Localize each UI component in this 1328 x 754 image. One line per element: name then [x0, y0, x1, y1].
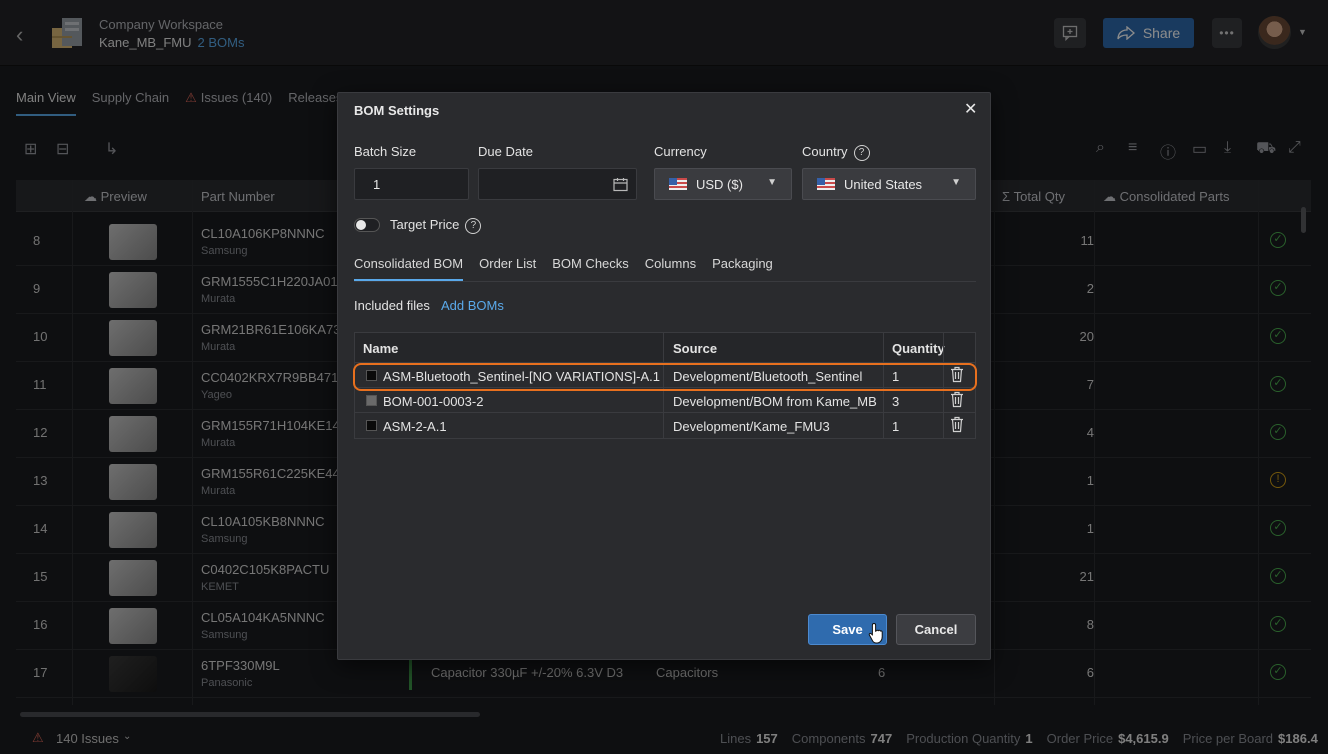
quantity-column-header[interactable]: Quantity	[892, 341, 945, 356]
tab-consolidated-bom[interactable]: Consolidated BOM	[354, 256, 464, 281]
batch-size-input[interactable]: 1	[354, 168, 469, 200]
batch-size-label: Batch Size	[354, 144, 417, 159]
target-price-toggle[interactable]	[354, 218, 380, 232]
tab-bom-checks[interactable]: BOM Checks	[552, 256, 629, 281]
file-name: ASM-2-A.1	[383, 419, 447, 434]
trash-icon[interactable]	[950, 416, 964, 433]
tab-columns[interactable]: Columns	[645, 256, 696, 281]
us-flag-icon	[669, 178, 687, 190]
currency-value: USD ($)	[696, 176, 743, 192]
file-source: Development/Kame_FMU3	[673, 419, 830, 434]
file-source: Development/BOM from Kame_MB	[673, 394, 877, 409]
file-quantity[interactable]: 1	[892, 419, 899, 434]
source-column-header[interactable]: Source	[673, 341, 717, 356]
dialog-title: BOM Settings	[354, 103, 440, 118]
currency-label: Currency	[654, 144, 707, 159]
country-select[interactable]: United States ▼	[802, 168, 976, 200]
country-label: Country?	[802, 144, 870, 161]
help-icon[interactable]: ?	[853, 144, 870, 161]
tab-packaging[interactable]: Packaging	[712, 256, 773, 281]
files-table-header: Name Source Quantity	[355, 333, 975, 363]
country-label-text: Country	[802, 144, 848, 159]
name-column-header[interactable]: Name	[363, 341, 398, 356]
calendar-icon[interactable]	[613, 177, 628, 192]
us-flag-icon	[817, 178, 835, 190]
close-icon[interactable]: ✕	[964, 99, 977, 119]
file-row[interactable]: ASM-2-A.1 Development/Kame_FMU3 1	[355, 413, 975, 438]
tab-order-list[interactable]: Order List	[479, 256, 536, 281]
hand-cursor-icon	[868, 622, 883, 644]
currency-select[interactable]: USD ($) ▼	[654, 168, 792, 200]
add-boms-link[interactable]: Add BOMs	[441, 298, 504, 313]
chevron-down-icon: ▼	[767, 177, 777, 188]
file-quantity[interactable]: 3	[892, 394, 899, 409]
color-swatch[interactable]	[366, 420, 377, 431]
cancel-button[interactable]: Cancel	[896, 614, 976, 645]
help-icon[interactable]: ?	[465, 217, 482, 234]
file-name: BOM-001-0003-2	[383, 394, 484, 409]
bom-settings-dialog: BOM Settings ✕ Batch Size 1 Due Date Cur…	[337, 92, 991, 660]
row-highlight-annotation	[353, 363, 977, 391]
due-date-label: Due Date	[478, 144, 533, 159]
country-value: United States	[844, 176, 923, 192]
trash-icon[interactable]	[950, 391, 964, 408]
target-price-label: Target Price?	[390, 217, 482, 234]
due-date-input[interactable]	[478, 168, 637, 200]
target-price-label-text: Target Price	[390, 217, 460, 232]
dialog-tabs: Consolidated BOM Order List BOM Checks C…	[354, 256, 976, 282]
file-row[interactable]: BOM-001-0003-2 Development/BOM from Kame…	[355, 388, 975, 413]
included-files-label: Included files	[354, 298, 430, 313]
color-swatch[interactable]	[366, 395, 377, 406]
chevron-down-icon: ▼	[951, 177, 961, 188]
